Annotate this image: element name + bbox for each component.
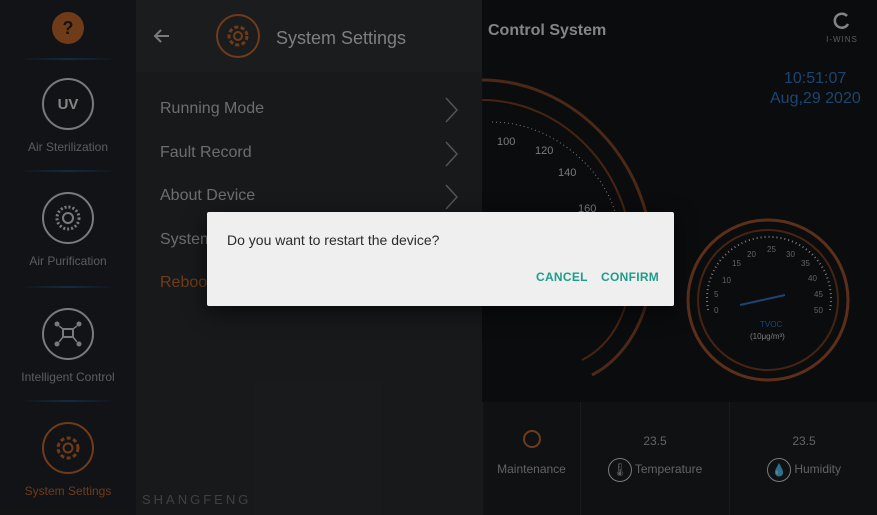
restart-dialog: Do you want to restart the device? CANCE… bbox=[207, 212, 674, 306]
confirm-button[interactable]: CONFIRM bbox=[601, 270, 659, 284]
dialog-message: Do you want to restart the device? bbox=[227, 232, 440, 248]
cancel-button[interactable]: CANCEL bbox=[536, 270, 588, 284]
